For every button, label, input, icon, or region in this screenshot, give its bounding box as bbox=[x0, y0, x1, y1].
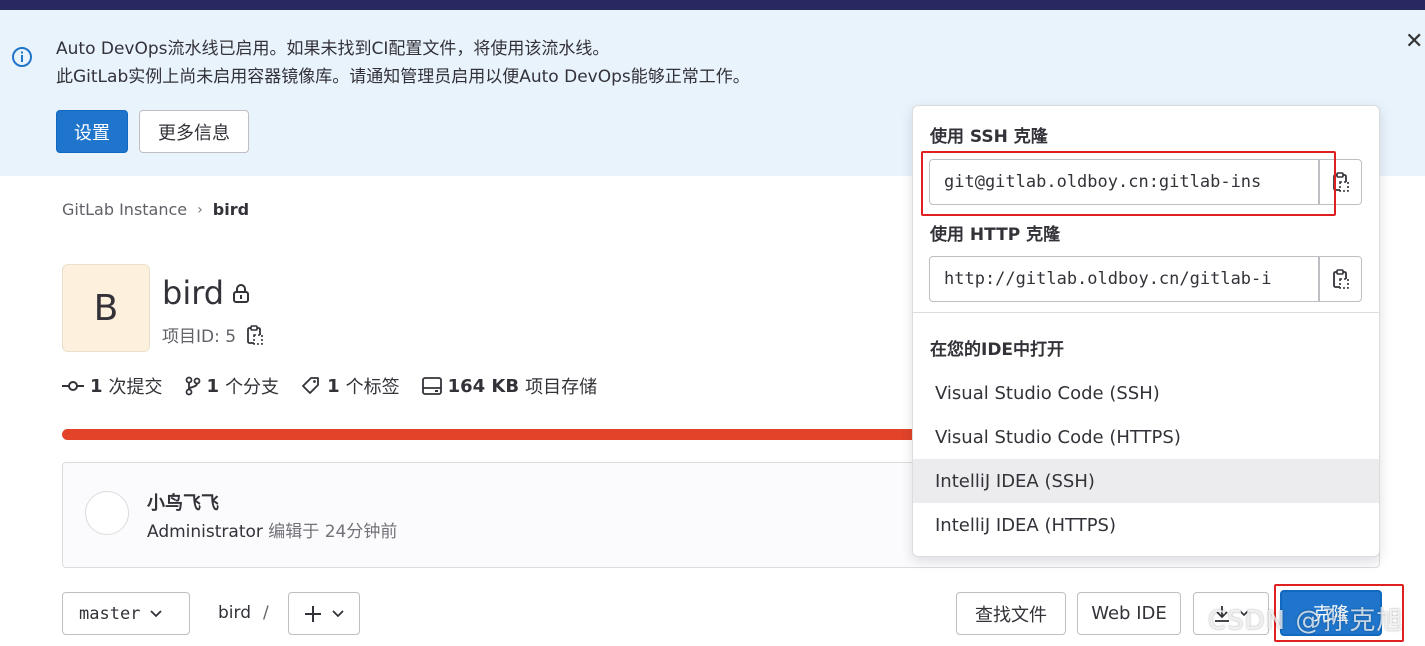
add-file-dropdown[interactable] bbox=[288, 592, 360, 635]
dropdown-divider bbox=[913, 312, 1379, 313]
plus-icon bbox=[304, 605, 322, 623]
commit-icon bbox=[62, 378, 84, 394]
commit-title[interactable]: 小鸟飞飞 bbox=[147, 489, 219, 515]
alert-message: Auto DevOps流水线已启用。如果未找到CI配置文件，将使用该流水线。 此… bbox=[56, 35, 750, 91]
stat-commits[interactable]: 1 次提交 bbox=[62, 373, 163, 399]
ide-item-vscode-ssh[interactable]: Visual Studio Code (SSH) bbox=[913, 371, 1379, 415]
chevron-right-icon: › bbox=[197, 201, 203, 218]
branches-count: 1 bbox=[206, 375, 220, 397]
breadcrumb-current-link[interactable]: bird bbox=[213, 200, 249, 219]
http-clone-label: 使用 HTTP 克隆 bbox=[930, 225, 1061, 245]
project-id: 项目ID: 5 bbox=[162, 322, 264, 347]
copy-icon bbox=[1332, 268, 1350, 290]
chevron-down-icon bbox=[332, 609, 344, 618]
path-root[interactable]: bird bbox=[218, 603, 251, 623]
commits-label: 次提交 bbox=[108, 377, 163, 398]
watermark: CSDN @孙克旭 bbox=[1208, 606, 1404, 636]
branch-name: master bbox=[79, 603, 141, 624]
info-icon bbox=[11, 46, 33, 68]
branch-selector[interactable]: master bbox=[62, 592, 190, 635]
commits-count: 1 bbox=[90, 375, 103, 397]
close-icon[interactable]: ✕ bbox=[1405, 31, 1425, 53]
ide-item-intellij-https[interactable]: IntelliJ IDEA (HTTPS) bbox=[913, 503, 1379, 547]
tags-count: 1 bbox=[327, 375, 340, 397]
tags-label: 个标签 bbox=[345, 377, 400, 398]
project-stats: 1 次提交 1 个分支 1 个标签 164 KB 项目存储 bbox=[62, 373, 619, 399]
stat-storage[interactable]: 164 KB 项目存储 bbox=[421, 373, 598, 399]
avatar[interactable] bbox=[85, 491, 129, 535]
commit-time: 编辑于 24分钟前 bbox=[268, 522, 398, 542]
stat-branches[interactable]: 1 个分支 bbox=[185, 373, 280, 399]
path-separator: / bbox=[263, 603, 269, 623]
ide-item-vscode-https[interactable]: Visual Studio Code (HTTPS) bbox=[913, 415, 1379, 459]
disk-icon bbox=[421, 377, 442, 395]
breadcrumb-root-link[interactable]: GitLab Instance bbox=[62, 200, 187, 219]
lock-icon bbox=[232, 283, 250, 303]
alert-line-1: Auto DevOps流水线已启用。如果未找到CI配置文件，将使用该流水线。 bbox=[56, 39, 610, 59]
ide-item-intellij-ssh[interactable]: IntelliJ IDEA (SSH) bbox=[913, 459, 1379, 503]
chevron-down-icon bbox=[150, 609, 163, 618]
stat-tags[interactable]: 1 个标签 bbox=[301, 373, 400, 399]
ssh-clone-label: 使用 SSH 克隆 bbox=[930, 127, 1048, 147]
storage-size: 164 KB bbox=[447, 375, 520, 397]
copy-http-url-button[interactable] bbox=[1319, 256, 1362, 302]
clone-dropdown: 使用 SSH 克隆 git@gitlab.oldboy.cn:gitlab-in… bbox=[912, 105, 1380, 557]
tag-icon bbox=[301, 376, 321, 396]
ide-header: 在您的IDE中打开 bbox=[930, 340, 1065, 360]
highlight-box-ssh bbox=[921, 151, 1336, 216]
commit-author[interactable]: Administrator bbox=[147, 522, 263, 542]
project-avatar: B bbox=[62, 264, 150, 352]
storage-label: 项目存储 bbox=[525, 377, 598, 398]
top-navbar bbox=[0, 0, 1425, 10]
project-name: bird bbox=[162, 274, 225, 312]
more-info-button[interactable]: 更多信息 bbox=[139, 110, 249, 153]
web-ide-button[interactable]: Web IDE bbox=[1077, 592, 1181, 635]
copy-icon[interactable] bbox=[246, 324, 264, 346]
project-id-text: 项目ID: 5 bbox=[162, 327, 237, 347]
commit-meta: Administrator 编辑于 24分钟前 bbox=[147, 517, 397, 542]
project-title: bird bbox=[162, 274, 250, 312]
alert-line-2: 此GitLab实例上尚未启用容器镜像库。请通知管理员启用以便Auto DevOp… bbox=[56, 67, 750, 87]
branch-icon bbox=[185, 376, 201, 396]
http-url-input[interactable]: http://gitlab.oldboy.cn/gitlab-i bbox=[929, 256, 1319, 302]
breadcrumb: GitLab Instance › bird bbox=[62, 200, 249, 219]
branches-label: 个分支 bbox=[225, 377, 280, 398]
settings-button[interactable]: 设置 bbox=[56, 110, 128, 153]
find-file-button[interactable]: 查找文件 bbox=[956, 592, 1066, 635]
